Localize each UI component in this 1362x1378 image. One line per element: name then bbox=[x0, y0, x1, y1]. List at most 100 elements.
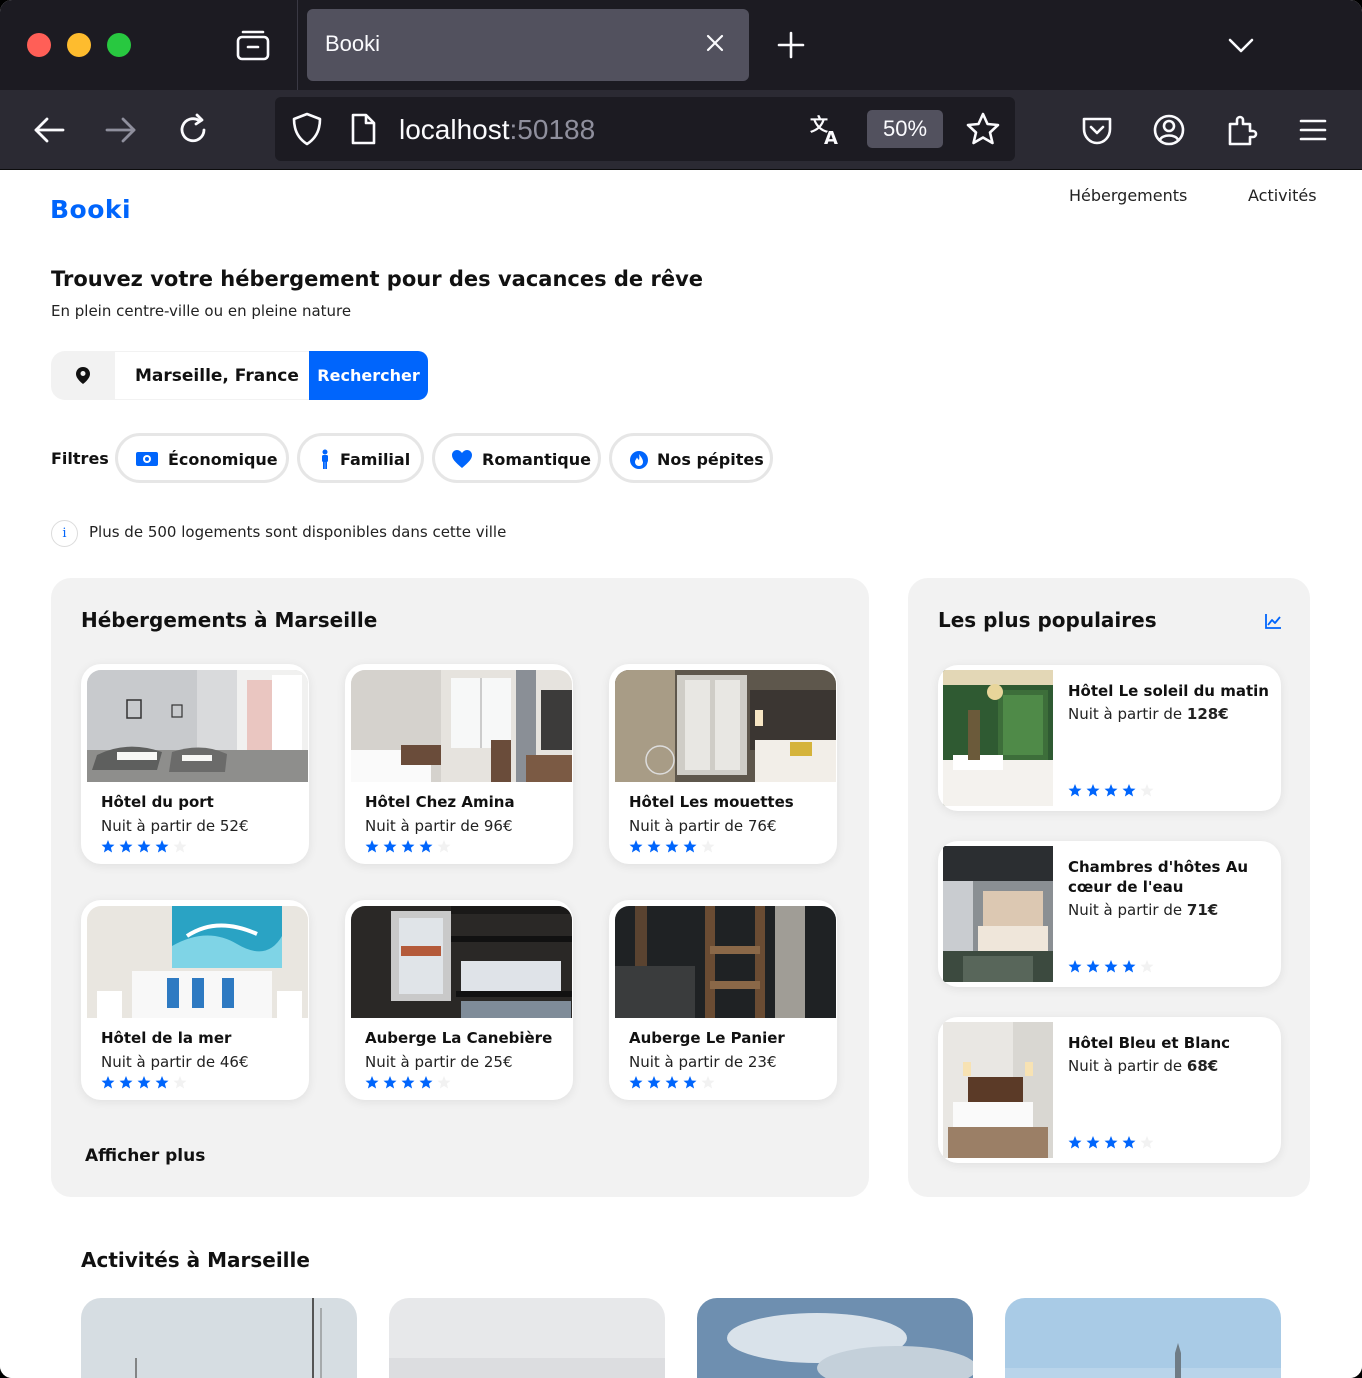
star-filled-icon bbox=[647, 840, 661, 853]
pocket-icon[interactable] bbox=[1079, 112, 1115, 148]
lodging-name: Auberge Le Panier bbox=[629, 1029, 785, 1047]
star-filled-icon bbox=[137, 840, 151, 853]
url-text[interactable]: localhost:50188 bbox=[399, 114, 595, 146]
filter-familial[interactable]: Familial bbox=[297, 433, 424, 483]
lodging-card[interactable]: Hôtel Chez Amina Nuit à partir de 96€ bbox=[345, 664, 573, 864]
popular-card[interactable]: Hôtel Le soleil du matin Nuit à partir d… bbox=[938, 665, 1281, 811]
lodging-price: Nuit à partir de 23€ bbox=[629, 1053, 777, 1071]
chevron-down-icon[interactable] bbox=[1226, 33, 1256, 57]
popular-card[interactable]: Chambres d'hôtes Au cœur de l'eau Nuit à… bbox=[938, 841, 1281, 987]
site-logo[interactable]: Booki bbox=[50, 195, 131, 224]
url-bar[interactable]: localhost:50188 文 A 50% bbox=[275, 97, 1015, 161]
activity-card[interactable] bbox=[389, 1298, 665, 1378]
flame-icon bbox=[630, 451, 648, 469]
bookmark-star-icon[interactable] bbox=[965, 111, 1001, 147]
lodging-name: Hôtel de la mer bbox=[101, 1029, 232, 1047]
star-filled-icon bbox=[629, 840, 643, 853]
star-filled-icon bbox=[383, 1076, 397, 1089]
popular-name: Hôtel Bleu et Blanc bbox=[1068, 1034, 1231, 1052]
star-filled-icon bbox=[1104, 1136, 1118, 1149]
filter-romantique[interactable]: Romantique bbox=[432, 433, 601, 483]
star-empty-icon bbox=[437, 840, 451, 853]
star-filled-icon bbox=[119, 1076, 133, 1089]
activity-photo bbox=[81, 1298, 357, 1378]
tab-overview-icon[interactable] bbox=[236, 29, 270, 61]
account-icon[interactable] bbox=[1151, 112, 1187, 148]
lodging-card[interactable]: Hôtel de la mer Nuit à partir de 46€ bbox=[81, 900, 309, 1100]
nav-link-activites[interactable]: Activités bbox=[1248, 186, 1317, 205]
star-filled-icon bbox=[1122, 960, 1136, 973]
filter-nos-pepites[interactable]: Nos pépites bbox=[609, 433, 773, 483]
price-value: 128€ bbox=[1186, 705, 1229, 723]
filter-label: Familial bbox=[340, 450, 411, 469]
close-window-button[interactable] bbox=[27, 33, 51, 57]
lodging-price: Nuit à partir de 46€ bbox=[101, 1053, 249, 1071]
search-input[interactable]: Marseille, France bbox=[115, 351, 309, 400]
shield-icon[interactable] bbox=[289, 111, 325, 147]
translate-icon[interactable]: 文 A bbox=[808, 111, 844, 147]
tab-active[interactable]: Booki bbox=[307, 9, 749, 81]
browser-window: Booki localhost:50188 文 A 50% Booki Hébe… bbox=[0, 0, 1362, 1378]
lodging-card[interactable]: Auberge Le Panier Nuit à partir de 23€ bbox=[609, 900, 837, 1100]
star-filled-icon bbox=[1068, 960, 1082, 973]
activity-photo bbox=[697, 1298, 973, 1378]
popular-photo bbox=[943, 846, 1053, 982]
popular-photo bbox=[943, 670, 1053, 806]
back-arrow-icon[interactable] bbox=[31, 112, 67, 148]
filter-label: Économique bbox=[168, 450, 278, 469]
lodging-card[interactable]: Hôtel Les mouettes Nuit à partir de 76€ bbox=[609, 664, 837, 864]
menu-icon[interactable] bbox=[1295, 112, 1331, 148]
star-filled-icon bbox=[1068, 784, 1082, 797]
rating-stars bbox=[365, 840, 451, 853]
activity-card[interactable] bbox=[697, 1298, 973, 1378]
filter-economique[interactable]: Économique bbox=[115, 433, 289, 483]
rating-stars bbox=[1068, 1136, 1154, 1149]
activity-card[interactable] bbox=[1005, 1298, 1281, 1378]
minimize-window-button[interactable] bbox=[67, 33, 91, 57]
zoom-level-button[interactable]: 50% bbox=[867, 110, 943, 148]
star-filled-icon bbox=[1122, 1136, 1136, 1149]
star-filled-icon bbox=[683, 1076, 697, 1089]
popular-card[interactable]: Hôtel Bleu et Blanc Nuit à partir de 68€ bbox=[938, 1017, 1281, 1163]
page-subtitle: En plein centre-ville ou en pleine natur… bbox=[51, 302, 352, 320]
popular-price: Nuit à partir de 68€ bbox=[1068, 1057, 1218, 1075]
star-filled-icon bbox=[665, 1076, 679, 1089]
lodging-photo bbox=[615, 906, 836, 1018]
star-empty-icon bbox=[1140, 784, 1154, 797]
lodging-name: Hôtel Les mouettes bbox=[629, 793, 794, 811]
search-location-box bbox=[51, 351, 115, 400]
star-filled-icon bbox=[419, 1076, 433, 1089]
activity-card[interactable] bbox=[81, 1298, 357, 1378]
star-filled-icon bbox=[119, 840, 133, 853]
lodging-price: Nuit à partir de 96€ bbox=[365, 817, 513, 835]
forward-arrow-icon[interactable] bbox=[103, 112, 139, 148]
show-more-link[interactable]: Afficher plus bbox=[85, 1146, 205, 1166]
star-filled-icon bbox=[365, 1076, 379, 1089]
lodging-card[interactable]: Hôtel du port Nuit à partir de 52€ bbox=[81, 664, 309, 864]
star-filled-icon bbox=[365, 840, 379, 853]
star-empty-icon bbox=[1140, 960, 1154, 973]
new-tab-icon[interactable] bbox=[776, 30, 806, 60]
url-host: localhost bbox=[399, 114, 510, 145]
rating-stars bbox=[1068, 784, 1154, 797]
price-value: 68€ bbox=[1186, 1057, 1219, 1075]
nav-link-hebergements[interactable]: Hébergements bbox=[1069, 186, 1187, 205]
lodging-card[interactable]: Auberge La Canebière Nuit à partir de 25… bbox=[345, 900, 573, 1100]
extensions-icon[interactable] bbox=[1224, 112, 1260, 148]
star-empty-icon bbox=[1140, 1136, 1154, 1149]
reload-icon[interactable] bbox=[175, 112, 211, 148]
popular-price: Nuit à partir de 71€ bbox=[1068, 901, 1218, 919]
maximize-window-button[interactable] bbox=[107, 33, 131, 57]
star-filled-icon bbox=[419, 840, 433, 853]
search-button[interactable]: Rechercher bbox=[309, 351, 428, 400]
close-tab-icon[interactable] bbox=[703, 31, 727, 55]
star-filled-icon bbox=[1086, 1136, 1100, 1149]
page-icon[interactable] bbox=[345, 111, 381, 147]
lodging-photo bbox=[351, 670, 572, 782]
lodging-photo bbox=[615, 670, 836, 782]
star-filled-icon bbox=[1068, 1136, 1082, 1149]
filter-label: Romantique bbox=[482, 450, 591, 469]
rating-stars bbox=[365, 1076, 451, 1089]
person-icon bbox=[322, 449, 328, 469]
tab-title: Booki bbox=[325, 31, 381, 56]
